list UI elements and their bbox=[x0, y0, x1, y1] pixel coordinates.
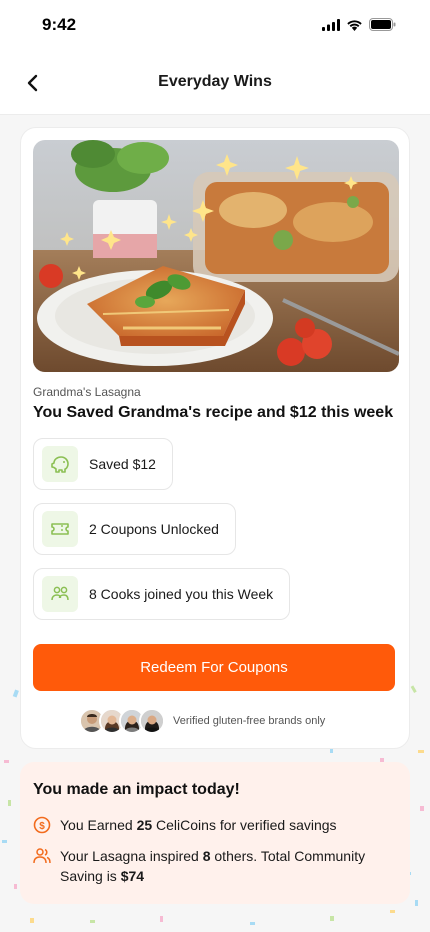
nav-bar: Everyday Wins bbox=[0, 52, 430, 114]
status-icons bbox=[322, 18, 396, 31]
avatar-group bbox=[79, 708, 165, 734]
piggy-bank-icon bbox=[42, 446, 78, 482]
impact-title: You made an impact today! bbox=[33, 781, 240, 798]
stat-coupons-label: 2 Coupons Unlocked bbox=[89, 521, 219, 537]
people-icon bbox=[42, 576, 78, 612]
signal-icon bbox=[322, 18, 340, 31]
status-bar: 9:42 bbox=[0, 0, 430, 52]
brands-note-text: Verified gluten-free brands only bbox=[173, 715, 326, 727]
recipe-caption: Grandma's Lasagna bbox=[33, 385, 141, 399]
impact-coins-row: $ You Earned 25 CeliCoins for verified s… bbox=[33, 815, 400, 835]
impact-community-row: Your Lasagna inspired 8 others. Total Co… bbox=[33, 846, 400, 886]
page-title: Everyday Wins bbox=[158, 73, 272, 90]
inspired-count: 8 bbox=[202, 848, 211, 864]
coins-count: 25 bbox=[136, 817, 153, 833]
wifi-icon bbox=[347, 19, 362, 31]
impact-community-text: Your Lasagna inspired 8 others. Total Co… bbox=[60, 848, 366, 884]
redeem-coupons-button[interactable]: Redeem For Coupons bbox=[33, 644, 395, 691]
savings-headline: You Saved Grandma's recipe and $12 this … bbox=[33, 404, 394, 421]
verified-brands-note: Verified gluten-free brands only bbox=[79, 706, 325, 736]
stat-coupons: 2 Coupons Unlocked bbox=[33, 503, 236, 555]
coin-icon: $ bbox=[33, 816, 51, 834]
wins-card: Grandma's Lasagna You Saved Grandma's re… bbox=[20, 127, 410, 749]
stat-saved: Saved $12 bbox=[33, 438, 173, 490]
ticket-icon bbox=[42, 511, 78, 547]
stat-saved-label: Saved $12 bbox=[89, 456, 156, 472]
lasagna-photo bbox=[33, 140, 399, 372]
stat-cooks-label: 8 Cooks joined you this Week bbox=[89, 586, 274, 602]
impact-card: You made an impact today! $ You Earned 2… bbox=[20, 762, 410, 904]
avatar bbox=[139, 708, 165, 734]
impact-coins-text: You Earned 25 CeliCoins for verified sav… bbox=[60, 817, 337, 833]
status-time: 9:42 bbox=[42, 15, 77, 34]
community-saving: $74 bbox=[120, 868, 145, 884]
stat-cooks: 8 Cooks joined you this Week bbox=[33, 568, 291, 620]
battery-icon bbox=[369, 18, 396, 31]
community-icon bbox=[33, 848, 51, 864]
svg-text:$: $ bbox=[39, 821, 45, 832]
